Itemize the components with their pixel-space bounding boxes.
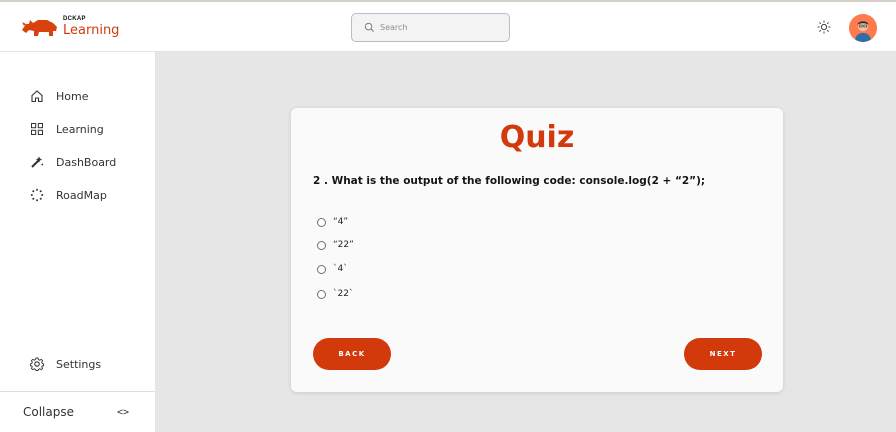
sidebar: Home Learning DashBoard RoadMap Settings… <box>0 52 156 432</box>
brand-company: DCKAP <box>63 15 86 22</box>
answer-label: `4` <box>333 264 348 274</box>
answer-label: “22” <box>333 240 354 250</box>
user-avatar-icon <box>849 14 877 42</box>
code-brackets-icon: <> <box>116 406 129 418</box>
grid-icon <box>31 123 43 135</box>
brand-product: Learning <box>63 22 120 38</box>
sidebar-item-label: DashBoard <box>56 155 117 169</box>
radio-button[interactable] <box>317 240 326 250</box>
brand-text: DCKAP Learning <box>63 16 119 37</box>
sidebar-item-dashboard[interactable]: DashBoard <box>30 153 116 171</box>
answer-label: “4” <box>333 217 349 227</box>
answer-option[interactable]: `22` <box>317 287 353 301</box>
sidebar-item-label: RoadMap <box>56 188 107 202</box>
gear-icon <box>30 357 44 371</box>
radio-button[interactable] <box>317 289 326 299</box>
back-button[interactable]: BACK <box>313 338 391 370</box>
collapse-toggle[interactable]: Collapse <> <box>0 391 155 432</box>
answer-option[interactable]: `4` <box>317 262 348 276</box>
collapse-label: Collapse <box>23 405 74 419</box>
sidebar-item-home[interactable]: Home <box>30 87 88 105</box>
question-text: 2 . What is the output of the following … <box>313 175 706 187</box>
top-header: DCKAP Learning <box>0 0 896 52</box>
home-icon <box>31 90 43 103</box>
radio-button[interactable] <box>317 264 326 274</box>
search-icon <box>364 22 374 32</box>
rhino-logo-icon <box>22 20 57 36</box>
sidebar-item-label: Home <box>56 89 89 103</box>
search-input[interactable] <box>380 23 500 32</box>
magic-wand-icon <box>31 156 44 168</box>
sun-icon[interactable] <box>817 20 831 34</box>
next-button[interactable]: NEXT <box>684 338 762 370</box>
sidebar-item-roadmap[interactable]: RoadMap <box>30 186 107 204</box>
dotted-circle-icon <box>30 188 44 202</box>
answer-option[interactable]: “4” <box>317 215 348 229</box>
avatar[interactable] <box>849 14 877 42</box>
sidebar-item-settings[interactable]: Settings <box>30 355 101 373</box>
quiz-title: Quiz <box>499 120 575 155</box>
answer-label: `22` <box>333 289 354 299</box>
quiz-card: Quiz 2 . What is the output of the follo… <box>291 108 783 392</box>
search-box[interactable] <box>351 13 510 42</box>
sidebar-item-learning[interactable]: Learning <box>30 120 104 138</box>
answer-option[interactable]: “22” <box>317 238 354 252</box>
settings-label: Settings <box>56 357 102 371</box>
radio-button[interactable] <box>317 217 326 227</box>
sidebar-item-label: Learning <box>56 122 104 136</box>
brand[interactable]: DCKAP Learning <box>20 12 119 40</box>
